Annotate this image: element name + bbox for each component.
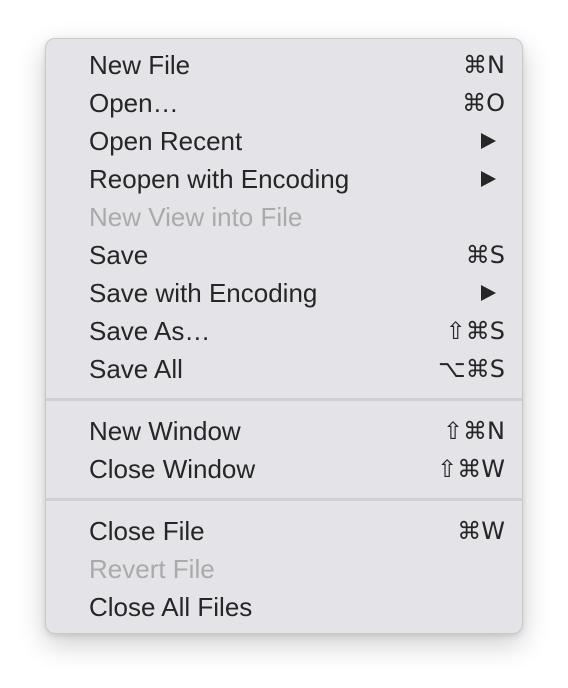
menu-item-label: Save All bbox=[89, 354, 183, 384]
menu-item-label: Close Window bbox=[89, 454, 256, 484]
menu-item-label: Close All Files bbox=[89, 592, 253, 622]
shortcut-option-command-s: ⌥⌘S bbox=[438, 355, 505, 383]
shortcut-shift-command-s: ⇧⌘S bbox=[445, 317, 505, 345]
file-menu: New File ⌘N Open… ⌘O Open Recent Reopen … bbox=[45, 38, 523, 634]
menu-item-open[interactable]: Open… ⌘O bbox=[46, 84, 522, 122]
menu-item-save[interactable]: Save ⌘S bbox=[46, 236, 522, 274]
menu-separator bbox=[46, 398, 522, 401]
triangle-right-icon bbox=[481, 171, 496, 187]
menu-item-new-window[interactable]: New Window ⇧⌘N bbox=[46, 412, 522, 450]
menu-item-close-file[interactable]: Close File ⌘W bbox=[46, 512, 522, 550]
menu-item-close-all-files[interactable]: Close All Files bbox=[46, 588, 522, 626]
shortcut-shift-command-n: ⇧⌘N bbox=[442, 417, 505, 445]
menu-item-label: Close File bbox=[89, 516, 205, 546]
menu-separator bbox=[46, 498, 522, 501]
triangle-right-icon bbox=[481, 133, 496, 149]
menu-item-reopen-with-encoding[interactable]: Reopen with Encoding bbox=[46, 160, 522, 198]
menu-item-save-as[interactable]: Save As… ⇧⌘S bbox=[46, 312, 522, 350]
menu-item-label: Reopen with Encoding bbox=[89, 164, 350, 194]
menu-item-open-recent[interactable]: Open Recent bbox=[46, 122, 522, 160]
menu-item-label: Save As… bbox=[89, 316, 211, 346]
menu-item-new-view-into-file: New View into File bbox=[46, 198, 522, 236]
menu-item-label: Revert File bbox=[89, 554, 215, 584]
menu-item-label: Save bbox=[89, 240, 149, 270]
menu-item-label: Save with Encoding bbox=[89, 278, 318, 308]
menu-item-revert-file: Revert File bbox=[46, 550, 522, 588]
menu-item-label: New Window bbox=[89, 416, 241, 446]
shortcut-shift-command-w: ⇧⌘W bbox=[437, 455, 505, 483]
menu-item-label: New File bbox=[89, 50, 191, 80]
shortcut-command-w: ⌘W bbox=[457, 517, 505, 545]
menu-item-new-file[interactable]: New File ⌘N bbox=[46, 46, 522, 84]
shortcut-command-n: ⌘N bbox=[463, 51, 505, 79]
menu-item-save-all[interactable]: Save All ⌥⌘S bbox=[46, 350, 522, 388]
shortcut-command-o: ⌘O bbox=[462, 89, 505, 117]
shortcut-command-s: ⌘S bbox=[465, 241, 505, 269]
menu-item-close-window[interactable]: Close Window ⇧⌘W bbox=[46, 450, 522, 488]
menu-item-label: Open Recent bbox=[89, 126, 243, 156]
menu-item-save-with-encoding[interactable]: Save with Encoding bbox=[46, 274, 522, 312]
menu-item-label: Open… bbox=[89, 88, 179, 118]
triangle-right-icon bbox=[481, 285, 496, 301]
menu-item-label: New View into File bbox=[89, 202, 303, 232]
